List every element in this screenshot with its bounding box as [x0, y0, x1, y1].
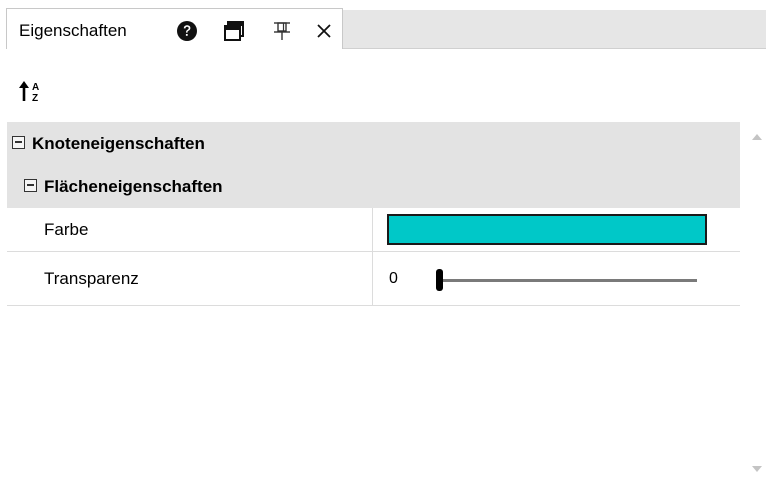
transparency-value: 0 — [389, 270, 398, 287]
property-name: Transparenz — [44, 269, 139, 288]
pin-icon[interactable] — [271, 20, 293, 42]
property-row-transparenz[interactable]: Transparenz 0 — [7, 252, 740, 306]
property-name: Farbe — [44, 220, 89, 239]
category-label: Flächeneigenschaften — [44, 177, 223, 196]
tab-eigenschaften[interactable]: Eigenschaften — [6, 8, 343, 49]
close-icon[interactable] — [313, 20, 335, 42]
transparency-slider-track[interactable] — [439, 279, 697, 282]
property-name-cell: Transparenz — [7, 252, 373, 305]
tab-strip-background — [343, 10, 766, 49]
tab-title: Eigenschaften — [19, 21, 127, 40]
collapse-icon[interactable] — [24, 179, 37, 192]
tab-strip: Eigenschaften — [0, 0, 766, 49]
property-grid: Knoteneigenschaften Flächeneigenschaften… — [7, 122, 740, 306]
svg-text:Z: Z — [32, 93, 38, 104]
scroll-up-icon[interactable] — [751, 128, 763, 146]
category-label: Knoteneigenschaften — [32, 134, 205, 153]
svg-text:A: A — [32, 82, 39, 93]
color-swatch[interactable] — [387, 214, 707, 245]
property-row-farbe[interactable]: Farbe — [7, 208, 740, 252]
window-icon[interactable] — [223, 20, 245, 42]
vertical-scrollbar[interactable] — [748, 122, 766, 481]
collapse-icon[interactable] — [12, 136, 25, 149]
sort-alphabetical-icon[interactable]: A Z — [18, 79, 50, 105]
category-row-flaecheneigenschaften[interactable]: Flächeneigenschaften — [7, 165, 740, 208]
transparency-slider-thumb[interactable] — [436, 269, 443, 291]
scroll-down-icon[interactable] — [751, 460, 763, 478]
help-icon[interactable] — [176, 20, 198, 42]
category-row-knoteneigenschaften[interactable]: Knoteneigenschaften — [7, 122, 740, 165]
property-name-cell: Farbe — [7, 208, 373, 251]
